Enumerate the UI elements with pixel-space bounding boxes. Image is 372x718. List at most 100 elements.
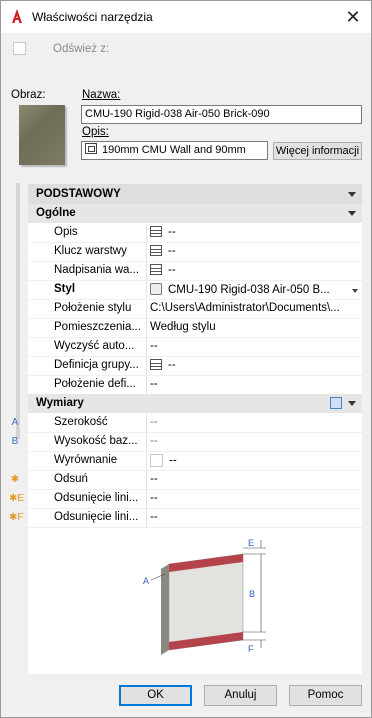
dimension-property-value-text: -- xyxy=(150,511,158,523)
description-field[interactable]: 190mm CMU Wall and 90mm xyxy=(81,141,268,160)
dimension-property-row[interactable]: B Wysokość baz... -- xyxy=(12,433,362,452)
chevron-down-icon[interactable] xyxy=(352,289,358,293)
column-divider[interactable] xyxy=(146,224,147,243)
dimension-property-value[interactable]: -- xyxy=(150,435,360,447)
dimension-marker-icon: A xyxy=(11,417,19,428)
general-property-row[interactable]: Wyczyść auto... -- xyxy=(28,338,362,357)
general-property-value[interactable]: -- xyxy=(150,226,360,238)
general-property-row[interactable]: Pomieszczenia... Według stylu xyxy=(28,319,362,338)
general-property-row[interactable]: Położenie stylu C:\Users\Administrator\Do… xyxy=(28,300,362,319)
column-divider[interactable] xyxy=(146,414,147,433)
category-basic-label: PODSTAWOWY xyxy=(36,188,121,200)
dimension-property-row[interactable]: A Szerokość -- xyxy=(12,414,362,433)
general-property-value-text: C:\Users\Administrator\Documents\... xyxy=(150,302,340,314)
tool-image-thumbnail[interactable] xyxy=(19,105,65,165)
description-value: 190mm CMU Wall and 90mm xyxy=(102,144,246,156)
column-divider[interactable] xyxy=(146,452,147,471)
dimension-property-value[interactable]: -- xyxy=(150,454,360,467)
close-icon[interactable]: ✕ xyxy=(339,3,367,31)
column-divider[interactable] xyxy=(146,376,147,395)
column-divider[interactable] xyxy=(146,262,147,281)
general-property-value-text: -- xyxy=(168,245,176,257)
category-dimensions[interactable]: Wymiary xyxy=(28,394,362,413)
list-icon[interactable] xyxy=(150,264,162,275)
help-button[interactable]: Pomoc xyxy=(289,685,362,706)
dimension-marker-icon: ✱E xyxy=(9,493,25,504)
label-e: E xyxy=(248,538,254,548)
refresh-label: Odśwież z: xyxy=(53,43,110,55)
palette-scrollbar[interactable] xyxy=(16,183,20,439)
tool-properties-dialog: Właściwości narzędzia ✕ Odśwież z: Obraz… xyxy=(0,0,372,718)
general-property-value[interactable]: -- xyxy=(150,359,360,371)
column-divider[interactable] xyxy=(146,281,147,300)
general-property-row[interactable]: Definicja grupy... -- xyxy=(28,357,362,376)
list-icon[interactable] xyxy=(150,245,162,256)
cancel-button[interactable]: Anuluj xyxy=(204,685,277,706)
column-divider[interactable] xyxy=(146,471,147,490)
category-general[interactable]: Ogólne xyxy=(28,204,362,223)
collapse-arrow-icon[interactable] xyxy=(348,211,356,216)
description-editor-icon[interactable] xyxy=(85,143,97,154)
refresh-from-row: Odśwież z: xyxy=(13,42,109,58)
column-divider[interactable] xyxy=(146,357,147,376)
general-property-value[interactable]: CMU-190 Rigid-038 Air-050 B... xyxy=(150,283,360,296)
category-dimensions-label: Wymiary xyxy=(36,397,84,409)
quick-select-icon[interactable] xyxy=(330,397,342,409)
dimension-property-row[interactable]: ✱ Odsuń -- xyxy=(11,471,362,490)
general-property-value-text: -- xyxy=(150,378,158,390)
category-basic[interactable]: PODSTAWOWY xyxy=(28,185,362,204)
dimension-marker-icon: B xyxy=(11,436,19,447)
justify-checkbox[interactable] xyxy=(150,454,163,467)
column-divider[interactable] xyxy=(146,243,147,262)
refresh-checkbox[interactable] xyxy=(13,42,26,55)
dimension-property-value[interactable]: -- xyxy=(150,511,360,523)
dimension-marker-icon: ✱F xyxy=(9,512,24,523)
name-label: Nazwa: xyxy=(82,89,121,101)
column-divider[interactable] xyxy=(146,300,147,319)
column-divider[interactable] xyxy=(146,490,147,509)
dimension-property-value-text: -- xyxy=(150,416,158,428)
dimension-property-value[interactable]: -- xyxy=(150,416,360,428)
column-divider[interactable] xyxy=(146,319,147,338)
collapse-arrow-icon[interactable] xyxy=(348,192,356,197)
collapse-arrow-icon[interactable] xyxy=(348,401,356,406)
style-icon xyxy=(150,283,162,295)
general-property-value[interactable]: -- xyxy=(150,340,360,352)
dimension-property-value-text: -- xyxy=(150,492,158,504)
general-property-value-text: -- xyxy=(168,359,176,371)
more-info-button[interactable]: Więcej informacji xyxy=(273,142,362,160)
general-property-row[interactable]: Styl CMU-190 Rigid-038 Air-050 B... xyxy=(28,281,362,300)
group-icon[interactable] xyxy=(150,359,162,370)
list-icon[interactable] xyxy=(150,226,162,237)
dimension-marker-icon: ✱ xyxy=(10,474,20,485)
general-property-row[interactable]: Nadpisania wa... -- xyxy=(28,262,362,281)
dimension-property-row[interactable]: Wyrównanie -- xyxy=(28,452,362,471)
category-general-label: Ogólne xyxy=(36,207,76,219)
general-property-value[interactable]: C:\Users\Administrator\Documents\... xyxy=(150,302,360,314)
wall-dimension-diagram: E B F A xyxy=(143,538,266,655)
dimension-property-row[interactable]: ✱F Odsunięcie lini... -- xyxy=(9,509,362,528)
general-property-row[interactable]: Opis -- xyxy=(28,224,362,243)
general-property-value[interactable]: Według stylu xyxy=(150,321,360,333)
general-property-value[interactable]: -- xyxy=(150,245,360,257)
general-property-value-text: -- xyxy=(168,226,176,238)
column-divider[interactable] xyxy=(146,338,147,357)
dimension-property-value[interactable]: -- xyxy=(150,492,360,504)
ok-button[interactable]: OK xyxy=(119,685,192,706)
dimension-property-value-text: -- xyxy=(150,435,158,447)
label-b: B xyxy=(249,589,255,599)
general-property-value[interactable]: -- xyxy=(150,264,360,276)
general-property-value[interactable]: -- xyxy=(150,378,360,390)
title-bar: Właściwości narzędzia ✕ xyxy=(1,1,371,33)
label-f: F xyxy=(248,644,254,654)
dimension-property-value[interactable]: -- xyxy=(150,473,360,485)
column-divider[interactable] xyxy=(146,433,147,452)
dimension-property-value-text: -- xyxy=(169,454,177,467)
label-a: A xyxy=(143,576,149,586)
general-property-row[interactable]: Klucz warstwy -- xyxy=(28,243,362,262)
dimension-property-row[interactable]: ✱E Odsunięcie lini... -- xyxy=(9,490,362,509)
general-property-row[interactable]: Położenie defi... -- xyxy=(28,376,362,395)
column-divider[interactable] xyxy=(146,509,147,528)
autocad-app-icon xyxy=(12,9,22,23)
name-field[interactable]: CMU-190 Rigid-038 Air-050 Brick-090 xyxy=(81,105,362,124)
